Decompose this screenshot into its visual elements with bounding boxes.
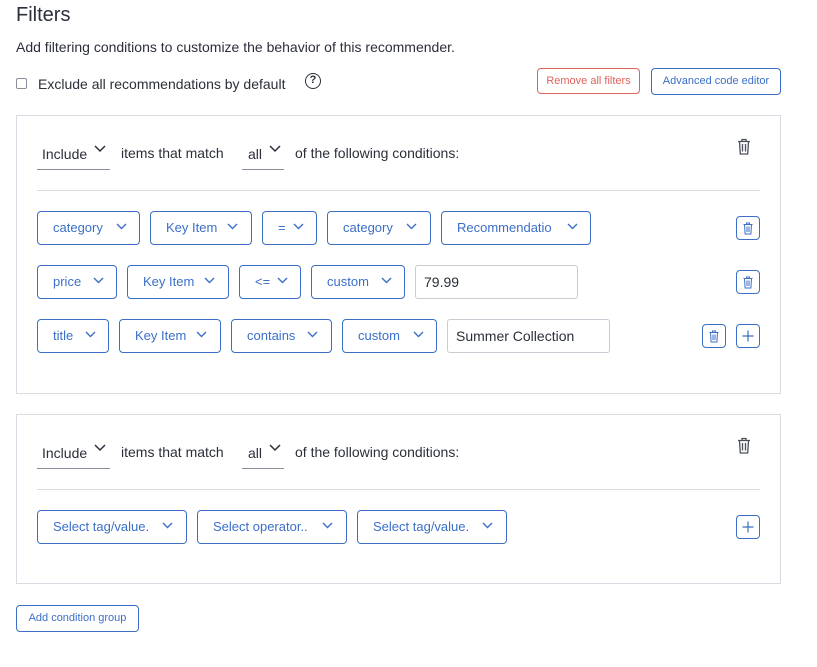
group-1-quantifier-label: all xyxy=(248,146,263,162)
chevron-down-icon xyxy=(482,522,493,529)
row-2-source-label: Key Item xyxy=(143,274,195,289)
row-3-source-label: Key Item xyxy=(135,328,187,343)
row-3-operator-select[interactable]: contains xyxy=(231,319,332,353)
group-2-field-label: Select tag/value. xyxy=(53,519,150,534)
chevron-down-icon xyxy=(269,145,281,153)
row-1-value-label: Recommendatio xyxy=(457,220,552,235)
row-2-source-select[interactable]: Key Item xyxy=(127,265,229,299)
chevron-down-icon xyxy=(381,277,392,284)
trash-icon xyxy=(709,330,719,343)
chevron-down-icon xyxy=(204,277,215,284)
plus-icon xyxy=(742,330,754,342)
group-2-tail-text: of the following conditions: xyxy=(295,444,460,460)
group-2-field-select[interactable]: Select tag/value. xyxy=(37,510,187,544)
group-1-mode-select[interactable]: Include xyxy=(37,138,110,170)
chevron-down-icon xyxy=(322,522,333,529)
row-1-delete-button[interactable] xyxy=(736,216,760,240)
group-1-tail-text: of the following conditions: xyxy=(295,145,460,161)
exclude-label: Exclude all recommendations by default xyxy=(38,76,286,92)
group-2-match-text: items that match xyxy=(121,444,224,460)
group-2-value-select[interactable]: Select tag/value. xyxy=(357,510,507,544)
row-3-value-type-label: custom xyxy=(358,328,400,343)
trash-icon xyxy=(743,222,753,235)
chevron-down-icon xyxy=(567,223,578,230)
row-1-value-type-select[interactable]: category xyxy=(327,211,431,245)
row-1-value-select[interactable]: Recommendatio xyxy=(441,211,591,245)
group-2-mode-label: Include xyxy=(42,445,88,461)
group-2-operator-label: Select operator.. xyxy=(213,519,308,534)
group-2-quantifier-label: all xyxy=(248,445,263,461)
chevron-down-icon xyxy=(94,444,106,452)
chevron-down-icon xyxy=(269,444,281,452)
chevron-down-icon xyxy=(196,331,207,338)
chevron-down-icon xyxy=(116,223,127,230)
chevron-down-icon xyxy=(277,277,288,284)
page-subtitle: Add filtering conditions to customize th… xyxy=(16,39,455,55)
row-2-field-label: price xyxy=(53,274,82,289)
plus-icon xyxy=(742,521,754,533)
condition-group-2 xyxy=(16,414,781,584)
row-1-operator-select[interactable]: = xyxy=(262,211,317,245)
row-3-field-select[interactable]: title xyxy=(37,319,109,353)
group-2-operator-select[interactable]: Select operator.. xyxy=(197,510,347,544)
group-1-quantifier-select[interactable]: all xyxy=(242,138,284,170)
row-1-source-label: Key Item xyxy=(166,220,218,235)
row-2-value-type-label: custom xyxy=(327,274,369,289)
page-title: Filters xyxy=(16,4,71,26)
row-2-value-type-select[interactable]: custom xyxy=(311,265,405,299)
add-condition-group-button[interactable]: Add condition group xyxy=(16,605,139,632)
chevron-down-icon xyxy=(406,223,417,230)
row-1-field-select[interactable]: category xyxy=(37,211,140,245)
row-3-operator-label: contains xyxy=(247,328,296,343)
row-2-delete-button[interactable] xyxy=(736,270,760,294)
row-1-value-type-label: category xyxy=(343,220,393,235)
row-1-operator-label: = xyxy=(278,220,286,235)
chevron-down-icon xyxy=(413,331,424,338)
group-1-divider xyxy=(37,190,760,191)
group-2-divider xyxy=(37,489,760,490)
help-icon[interactable]: ? xyxy=(305,73,321,89)
row-3-value-input[interactable]: Summer Collection xyxy=(447,319,610,353)
row-2-operator-select[interactable]: <= xyxy=(239,265,301,299)
delete-group-2-trash-icon[interactable] xyxy=(735,435,753,455)
group-2-value-label: Select tag/value. xyxy=(373,519,470,534)
group-2-add-condition-button[interactable] xyxy=(736,515,760,539)
add-condition-button[interactable] xyxy=(736,324,760,348)
advanced-code-editor-button[interactable]: Advanced code editor xyxy=(651,68,781,95)
group-1-match-text: items that match xyxy=(121,145,224,161)
row-1-field-label: category xyxy=(53,220,103,235)
chevron-down-icon xyxy=(162,522,173,529)
row-1-source-select[interactable]: Key Item xyxy=(150,211,252,245)
group-2-mode-select[interactable]: Include xyxy=(37,437,110,469)
chevron-down-icon xyxy=(227,223,238,230)
group-1-mode-label: Include xyxy=(42,146,88,162)
row-2-field-select[interactable]: price xyxy=(37,265,117,299)
row-3-delete-button[interactable] xyxy=(702,324,726,348)
chevron-down-icon xyxy=(307,331,318,338)
row-3-value-type-select[interactable]: custom xyxy=(342,319,437,353)
row-2-value-input[interactable]: 79.99 xyxy=(415,265,578,299)
chevron-down-icon xyxy=(94,145,106,153)
exclude-checkbox[interactable] xyxy=(16,78,27,89)
trash-icon xyxy=(743,276,753,289)
row-3-field-label: title xyxy=(53,328,74,343)
row-2-operator-label: <= xyxy=(255,274,271,289)
delete-group-1-trash-icon[interactable] xyxy=(735,136,753,156)
chevron-down-icon xyxy=(293,223,304,230)
chevron-down-icon xyxy=(85,331,96,338)
group-2-quantifier-select[interactable]: all xyxy=(242,437,284,469)
remove-all-filters-button[interactable]: Remove all filters xyxy=(537,68,640,94)
chevron-down-icon xyxy=(93,277,104,284)
row-3-source-select[interactable]: Key Item xyxy=(119,319,221,353)
